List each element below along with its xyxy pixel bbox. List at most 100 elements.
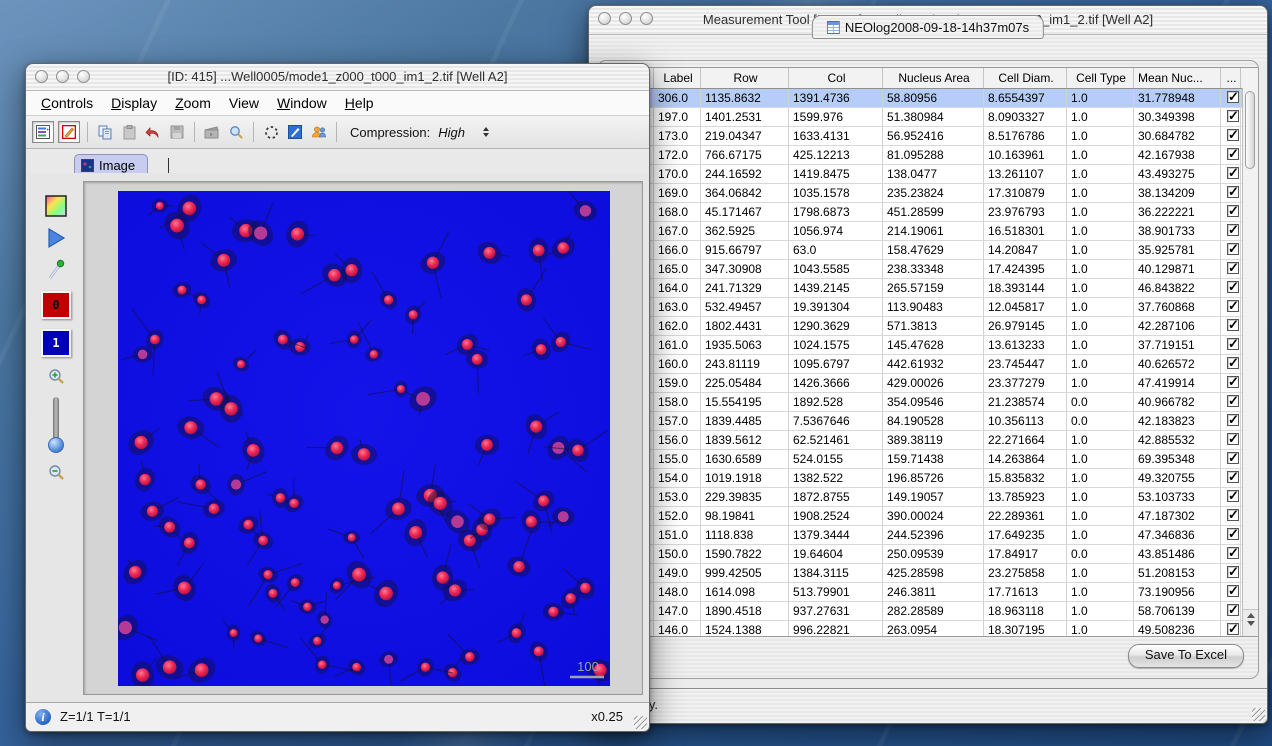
resize-grip[interactable] xyxy=(1252,708,1265,721)
scroll-up-arrow[interactable] xyxy=(1247,613,1255,618)
table-row[interactable]: 172.0766.67175425.1221381.09528810.16396… xyxy=(597,146,1258,165)
row-checkbox[interactable] xyxy=(1227,528,1239,540)
row-checkbox[interactable] xyxy=(1227,205,1239,217)
tab-neolog[interactable]: NEOlog2008-09-18-14h37m07s xyxy=(812,15,1044,39)
col-header[interactable]: Cell Type xyxy=(1067,68,1134,88)
slider-knob[interactable] xyxy=(48,437,64,453)
row-checkbox[interactable] xyxy=(1227,414,1239,426)
resize-grip[interactable] xyxy=(634,716,647,729)
table-row[interactable]: 147.01890.4518937.27631282.2858918.96311… xyxy=(597,602,1258,621)
col-header[interactable]: Label xyxy=(654,68,701,88)
row-checkbox[interactable] xyxy=(1227,509,1239,521)
table-row[interactable]: 162.01802.44311290.3629571.381326.979145… xyxy=(597,317,1258,336)
table-row[interactable]: 170.0244.165921419.8475138.047713.261107… xyxy=(597,165,1258,184)
row-checkbox[interactable] xyxy=(1227,357,1239,369)
row-checkbox[interactable] xyxy=(1227,91,1239,103)
scroll-down-arrow[interactable] xyxy=(1247,621,1255,626)
menu-zoom[interactable]: Zoom xyxy=(166,95,220,111)
play-button[interactable] xyxy=(45,227,67,249)
menu-view[interactable]: View xyxy=(220,95,268,111)
picker-button[interactable] xyxy=(46,259,66,281)
row-checkbox[interactable] xyxy=(1227,604,1239,616)
save-to-excel-button[interactable]: Save To Excel xyxy=(1128,644,1244,668)
table-row[interactable]: 164.0241.713291439.2145265.5715918.39314… xyxy=(597,279,1258,298)
table-row[interactable]: 167.0362.59251056.974214.1906116.5183011… xyxy=(597,222,1258,241)
row-checkbox[interactable] xyxy=(1227,224,1239,236)
selection-button[interactable] xyxy=(261,122,281,142)
copy-button[interactable] xyxy=(95,122,115,142)
row-checkbox[interactable] xyxy=(1227,281,1239,293)
row-checkbox[interactable] xyxy=(1227,186,1239,198)
row-checkbox[interactable] xyxy=(1227,623,1239,635)
menu-help[interactable]: Help xyxy=(336,95,383,111)
table-row[interactable]: 197.01401.25311599.97651.3809848.0903327… xyxy=(597,108,1258,127)
table-row[interactable]: 166.0915.6679763.0158.4762914.208471.035… xyxy=(597,241,1258,260)
table-row[interactable]: 160.0243.811191095.6797442.6193223.74544… xyxy=(597,355,1258,374)
table-row[interactable]: 306.01135.86321391.473658.809568.6554397… xyxy=(597,89,1258,108)
menu-window[interactable]: Window xyxy=(268,95,336,111)
table-row[interactable]: 151.01118.8381379.3444244.5239617.649235… xyxy=(597,526,1258,545)
table-scrollbar[interactable] xyxy=(1242,88,1258,636)
row-checkbox[interactable] xyxy=(1227,129,1239,141)
table-row[interactable]: 156.01839.561262.521461389.3811922.27166… xyxy=(597,431,1258,450)
table-row[interactable]: 173.0219.043471633.413156.9524168.517678… xyxy=(597,127,1258,146)
table-row[interactable]: 157.01839.44857.536764684.19052810.35611… xyxy=(597,412,1258,431)
table-row[interactable]: 152.098.198411908.2524390.0002422.289361… xyxy=(597,507,1258,526)
table-row[interactable]: 158.015.5541951892.528354.0954621.238574… xyxy=(597,393,1258,412)
col-header[interactable]: Row xyxy=(701,68,789,88)
table-row[interactable]: 149.0999.425051384.3115425.2859823.27585… xyxy=(597,564,1258,583)
row-checkbox[interactable] xyxy=(1227,243,1239,255)
row-checkbox[interactable] xyxy=(1227,262,1239,274)
row-checkbox[interactable] xyxy=(1227,167,1239,179)
table-row[interactable]: 161.01935.50631024.1575145.4762813.61323… xyxy=(597,336,1258,355)
paste-button[interactable] xyxy=(119,122,139,142)
row-checkbox[interactable] xyxy=(1227,148,1239,160)
row-checkbox[interactable] xyxy=(1227,376,1239,388)
col-header[interactable]: Mean Nuc... xyxy=(1134,68,1221,88)
row-checkbox[interactable] xyxy=(1227,566,1239,578)
menu-controls[interactable]: Controls xyxy=(32,95,102,111)
col-header[interactable]: ... xyxy=(1221,68,1241,88)
channel-1-button[interactable]: 1 xyxy=(41,329,71,357)
row-checkbox[interactable] xyxy=(1227,471,1239,483)
row-checkbox[interactable] xyxy=(1227,300,1239,312)
row-checkbox[interactable] xyxy=(1227,585,1239,597)
channel-0-button[interactable]: 0 xyxy=(41,291,71,319)
row-checkbox[interactable] xyxy=(1227,490,1239,502)
table-row[interactable]: 165.0347.309081043.5585238.3334817.42439… xyxy=(597,260,1258,279)
annotate-button[interactable] xyxy=(58,121,80,143)
scrollbar-thumb[interactable] xyxy=(1245,91,1255,169)
movie-button[interactable] xyxy=(202,122,222,142)
undo-button[interactable] xyxy=(143,122,163,142)
row-checkbox[interactable] xyxy=(1227,110,1239,122)
users-button[interactable] xyxy=(309,122,329,142)
edit-button[interactable] xyxy=(285,122,305,142)
table-row[interactable]: 159.0225.054841426.3666429.0002623.37727… xyxy=(597,374,1258,393)
zoom-slider[interactable] xyxy=(49,397,63,453)
table-row[interactable]: 146.01524.1388996.22821263.095418.307195… xyxy=(597,621,1258,637)
row-checkbox[interactable] xyxy=(1227,433,1239,445)
row-checkbox[interactable] xyxy=(1227,395,1239,407)
table-row[interactable]: 163.0532.4945719.391304113.9048312.04581… xyxy=(597,298,1258,317)
col-header[interactable]: Cell Diam. xyxy=(984,68,1067,88)
menu-display[interactable]: Display xyxy=(102,95,166,111)
lut-gradient-button[interactable] xyxy=(45,195,67,217)
table-row[interactable]: 168.045.1714671798.6873451.2859923.97679… xyxy=(597,203,1258,222)
table-row[interactable]: 155.01630.6589524.0155159.7143814.263864… xyxy=(597,450,1258,469)
display-settings-button[interactable] xyxy=(32,121,54,143)
table-row[interactable]: 153.0229.398351872.8755149.1905713.78592… xyxy=(597,488,1258,507)
front-titlebar[interactable]: [ID: 415] ...Well0005/mode1_z000_t000_im… xyxy=(26,64,649,91)
zoom-in-button[interactable] xyxy=(46,367,66,387)
table-row[interactable]: 150.01590.782219.64604250.0953917.849170… xyxy=(597,545,1258,564)
save-button[interactable] xyxy=(167,122,187,142)
row-checkbox[interactable] xyxy=(1227,547,1239,559)
table-row[interactable]: 154.01019.19181382.522196.8572615.835832… xyxy=(597,469,1258,488)
zoom-out-button[interactable] xyxy=(46,463,66,483)
col-header[interactable]: Nucleus Area xyxy=(883,68,984,88)
row-checkbox[interactable] xyxy=(1227,319,1239,331)
microscopy-image[interactable]: 100 xyxy=(118,191,610,686)
table-row[interactable]: 169.0364.068421035.1578235.2382417.31087… xyxy=(597,184,1258,203)
magnifier-button[interactable] xyxy=(226,122,246,142)
table-row[interactable]: 148.01614.098513.79901246.381117.716131.… xyxy=(597,583,1258,602)
row-checkbox[interactable] xyxy=(1227,338,1239,350)
